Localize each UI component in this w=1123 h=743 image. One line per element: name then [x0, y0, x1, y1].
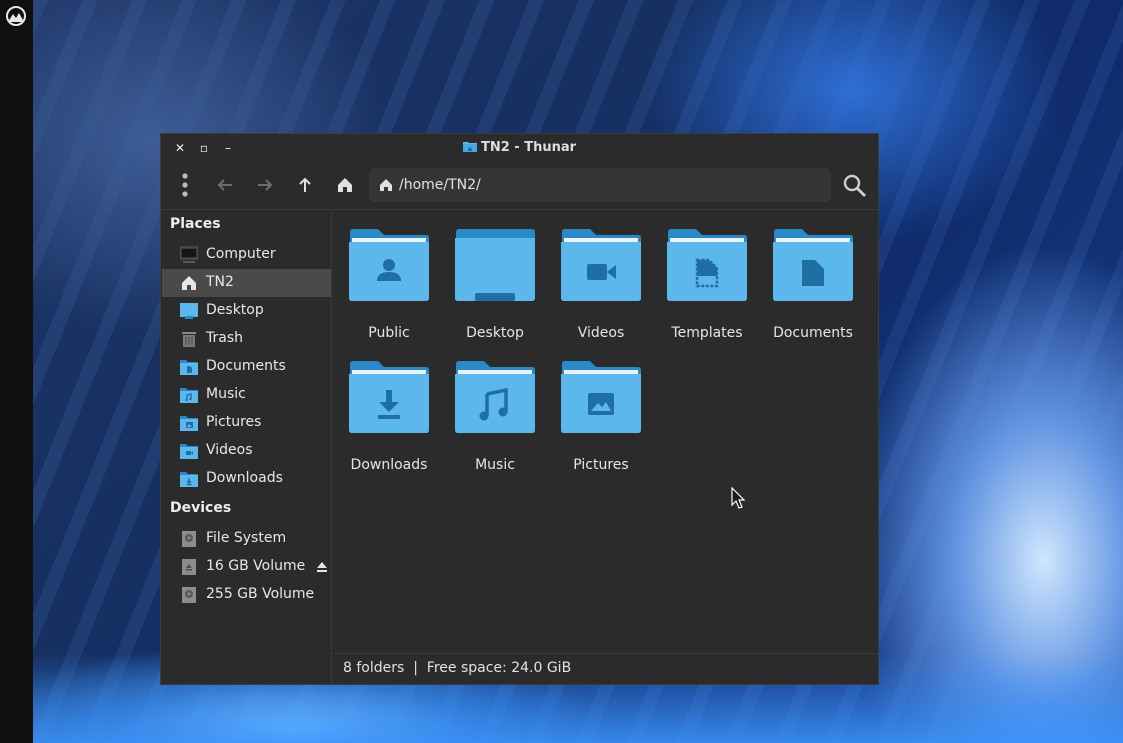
folder-item-documents[interactable]: Documents [759, 228, 859, 348]
file-manager-window: ✕ ▫ – TN2 - Thunar /home/TN2/ Places Com… [160, 133, 879, 685]
titlebar[interactable]: ✕ ▫ – TN2 - Thunar [161, 134, 878, 162]
sidebar-item-trash[interactable]: Trash [162, 325, 331, 353]
sidebar-item-16gb-volume[interactable]: 16 GB Volume [162, 553, 331, 581]
location-home-icon [380, 179, 392, 191]
status-text: 8 folders | Free space: 24.0 GiB [343, 660, 572, 676]
public-folder-icon [349, 229, 429, 301]
sidebar-item-label: Desktop [206, 302, 264, 318]
music-folder-icon [455, 361, 535, 433]
sidebar-item-label: Downloads [206, 470, 283, 486]
sidebar-item-label: Computer [206, 246, 276, 262]
location-input[interactable] [399, 168, 819, 202]
side-panel [0, 0, 33, 743]
folder-item-music[interactable]: Music [441, 360, 541, 480]
forward-arrow-icon[interactable] [253, 173, 277, 197]
videos-folder-icon [561, 229, 641, 301]
sidebar-item-music[interactable]: Music [162, 381, 331, 409]
window-title: TN2 - Thunar [480, 140, 577, 155]
sidebar-item-pictures[interactable]: Pictures [162, 409, 331, 437]
menu-dots-icon[interactable] [173, 173, 197, 197]
up-arrow-icon[interactable] [293, 173, 317, 197]
folder-label: Desktop [466, 325, 524, 341]
music-folder-icon [180, 388, 198, 403]
folder-label: Templates [671, 325, 743, 341]
pictures-folder-icon [561, 361, 641, 433]
templates-folder-icon [667, 229, 747, 301]
location-bar[interactable] [369, 168, 831, 202]
folder-label: Downloads [350, 457, 428, 473]
documents-folder-icon [180, 360, 198, 375]
home-icon[interactable] [333, 173, 357, 197]
places-heading: Places [170, 216, 221, 232]
folder-item-pictures[interactable]: Pictures [547, 360, 647, 480]
sidebar-item-tn2[interactable]: TN2 [162, 269, 331, 297]
sidebar-item-documents[interactable]: Documents [162, 353, 331, 381]
sidebar-item-videos[interactable]: Videos [162, 437, 331, 465]
folder-item-videos[interactable]: Videos [547, 228, 647, 348]
home-icon [182, 276, 196, 290]
sidebar-item-label: 16 GB Volume [206, 558, 306, 574]
trash-icon [182, 332, 196, 347]
downloads-folder-icon [180, 472, 198, 487]
computer-icon [180, 246, 198, 263]
sidebar: Places Computer TN2 Desktop Trash Docume… [161, 209, 332, 684]
folder-label: Music [475, 457, 515, 473]
sidebar-item-downloads[interactable]: Downloads [162, 465, 331, 493]
folder-item-templates[interactable]: Templates [653, 228, 753, 348]
sidebar-item-label: TN2 [206, 274, 234, 290]
devices-heading: Devices [170, 500, 232, 516]
drive-icon [182, 587, 196, 603]
file-view[interactable]: Public Desktop Videos Templates Document… [333, 209, 878, 653]
status-bar: 8 folders | Free space: 24.0 GiB [333, 653, 878, 684]
folder-item-public[interactable]: Public [335, 228, 435, 348]
removable-drive-icon [182, 559, 196, 575]
folder-label: Documents [773, 325, 853, 341]
home-folder-icon [462, 142, 477, 152]
mouse-pointer-icon [731, 487, 746, 509]
sidebar-item-label: Videos [206, 442, 253, 458]
sidebar-item-label: Documents [206, 358, 286, 374]
sidebar-item-label: File System [206, 530, 287, 546]
drive-icon [182, 531, 196, 547]
sidebar-item-desktop[interactable]: Desktop [162, 297, 331, 325]
folder-label: Public [368, 325, 410, 341]
folder-item-desktop[interactable]: Desktop [441, 228, 541, 348]
folder-item-downloads[interactable]: Downloads [335, 360, 435, 480]
pictures-folder-icon [180, 416, 198, 431]
eject-icon[interactable] [316, 561, 328, 573]
desktop-icon [180, 303, 198, 319]
desktop-folder-icon [455, 229, 535, 301]
sidebar-item-computer[interactable]: Computer [162, 241, 331, 269]
folder-label: Pictures [573, 457, 629, 473]
sidebar-item-label: Pictures [206, 414, 262, 430]
sidebar-item-label: Music [206, 386, 246, 402]
downloads-folder-icon [349, 361, 429, 433]
folder-label: Videos [577, 325, 625, 341]
app-menu-icon[interactable] [5, 5, 27, 27]
documents-folder-icon [773, 229, 853, 301]
sidebar-item-label: 255 GB Volume [206, 586, 315, 602]
sidebar-item-label: Trash [206, 330, 243, 346]
videos-folder-icon [180, 444, 198, 459]
search-icon[interactable] [842, 173, 868, 199]
back-arrow-icon[interactable] [213, 173, 237, 197]
sidebar-item-255gb-volume[interactable]: 255 GB Volume [162, 581, 331, 609]
sidebar-item-file-system[interactable]: File System [162, 525, 331, 553]
toolbar [161, 162, 878, 209]
window-title-wrap: TN2 - Thunar [161, 140, 878, 155]
